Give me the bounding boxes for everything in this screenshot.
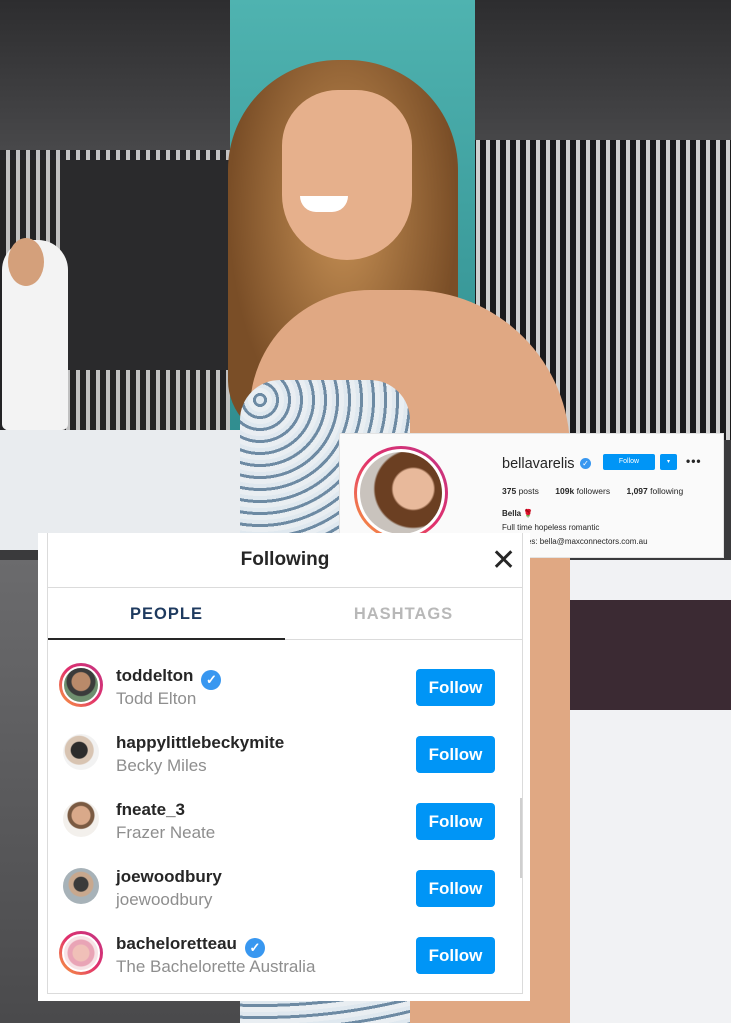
- profile-avatar-ring: [354, 446, 448, 540]
- woman-face: [282, 90, 412, 260]
- waiter-head: [8, 238, 44, 286]
- follow-button[interactable]: Follow: [416, 937, 495, 974]
- following-count: 1,097: [626, 486, 648, 496]
- full-name: joewoodbury: [116, 890, 213, 909]
- username-text: joewoodbury: [116, 867, 222, 886]
- tab-divider: [285, 639, 522, 640]
- avatar[interactable]: [59, 797, 103, 841]
- verified-badge-icon: ✓: [244, 938, 265, 958]
- username-text: fneate_3: [116, 800, 185, 819]
- following-label: following: [650, 486, 684, 496]
- followers-count: 109k: [555, 486, 575, 496]
- username[interactable]: toddelton ✓: [116, 666, 222, 690]
- active-tab-indicator: [48, 638, 285, 640]
- avatar-image: [63, 868, 99, 904]
- header-divider: [48, 587, 522, 588]
- profile-follow-button[interactable]: Follow: [603, 454, 655, 470]
- followers-label: followers: [576, 486, 611, 496]
- follow-button[interactable]: Follow: [416, 669, 495, 706]
- posts-label: posts: [518, 486, 539, 496]
- list-item[interactable]: fneate_3 Frazer Neate Follow: [48, 780, 522, 847]
- avatar-image: [62, 934, 100, 972]
- username[interactable]: bacheloretteau ✓: [116, 934, 265, 958]
- username-text: toddelton: [116, 666, 194, 685]
- verified-badge-icon: ✓: [580, 458, 591, 469]
- dining-table-left: [0, 430, 250, 550]
- bio-name: Bella 🌹: [502, 509, 534, 518]
- full-name: Frazer Neate: [116, 823, 216, 842]
- modal-title: Following: [240, 549, 330, 570]
- profile-stats: 375 posts 109k followers 1,097 following: [502, 486, 697, 496]
- close-icon[interactable]: ✕: [491, 546, 516, 576]
- follow-button[interactable]: Follow: [416, 803, 495, 840]
- username-text: happylittlebeckymite: [116, 733, 285, 752]
- list-item[interactable]: joewoodbury joewoodbury Follow: [48, 847, 522, 914]
- list-item[interactable]: toddelton ✓ Todd Elton Follow: [48, 646, 522, 713]
- follow-button[interactable]: Follow: [416, 736, 495, 773]
- profile-username: bellavarelis: [502, 456, 575, 472]
- username[interactable]: fneate_3: [116, 800, 185, 820]
- posts-stat: 375 posts: [502, 486, 539, 496]
- full-name: Becky Miles: [116, 756, 207, 775]
- scrollbar[interactable]: [520, 798, 522, 878]
- avatar-image: [63, 801, 99, 837]
- followers-stat[interactable]: 109k followers: [555, 486, 610, 496]
- list-item[interactable]: bacheloretteau ✓ The Bachelorette Austral…: [48, 914, 522, 981]
- avatar-image: [63, 734, 99, 770]
- more-options-icon[interactable]: •••: [686, 454, 702, 468]
- dark-panel: [60, 160, 230, 370]
- list-item[interactable]: happylittlebeckymite Becky Miles Follow: [48, 713, 522, 780]
- bio-text: Full time hopeless romantic: [502, 523, 600, 532]
- tab-people[interactable]: PEOPLE: [48, 605, 285, 624]
- tab-hashtags[interactable]: HASHTAGS: [285, 605, 522, 624]
- username-text: bacheloretteau: [116, 934, 237, 953]
- following-modal: Following ✕ PEOPLE HASHTAGS toddelton ✓ T…: [38, 533, 530, 1001]
- profile-avatar[interactable]: [357, 449, 445, 537]
- posts-count: 375: [502, 486, 517, 496]
- username[interactable]: joewoodbury: [116, 867, 222, 887]
- full-name: Todd Elton: [116, 689, 197, 708]
- avatar-image: [62, 666, 100, 704]
- profile-avatar-image: [360, 452, 442, 534]
- follow-button[interactable]: Follow: [416, 870, 495, 907]
- avatar[interactable]: [59, 864, 103, 908]
- avatar[interactable]: [59, 730, 103, 774]
- chevron-down-icon[interactable]: ▾: [660, 454, 677, 470]
- avatar[interactable]: [59, 663, 103, 707]
- following-dialog: Following ✕ PEOPLE HASHTAGS toddelton ✓ T…: [47, 533, 523, 994]
- verified-badge-icon: ✓: [201, 670, 222, 690]
- username[interactable]: happylittlebeckymite: [116, 733, 284, 753]
- avatar[interactable]: [59, 931, 103, 975]
- following-stat[interactable]: 1,097 following: [626, 486, 683, 496]
- full-name: The Bachelorette Australia: [116, 957, 316, 976]
